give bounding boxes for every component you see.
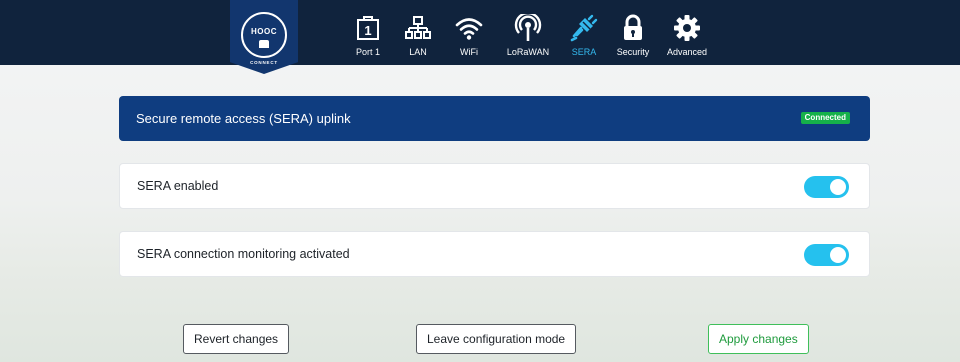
nav-item-security[interactable]: Security — [605, 0, 661, 65]
nav-label-wifi: WiFi — [460, 47, 478, 57]
logo-brand-text: HOOC — [251, 27, 277, 36]
nav-item-sera[interactable]: SERA — [556, 0, 612, 65]
nav-label-lorawan: LoRaWAN — [506, 47, 550, 57]
nav-label-sera: SERA — [571, 47, 597, 57]
nav-label-port-1: Port 1 — [355, 47, 380, 57]
setting-label-sera-enabled: SERA enabled — [137, 179, 219, 193]
logo-house-icon — [259, 40, 269, 48]
connection-monitoring-toggle[interactable] — [804, 244, 849, 266]
nav-label-security: Security — [616, 47, 650, 57]
plug-icon — [570, 14, 598, 42]
setting-row-sera-enabled: SERA enabled — [119, 163, 870, 209]
revert-changes-button[interactable]: Revert changes — [183, 324, 290, 354]
nav-item-lorawan[interactable]: LoRaWAN — [500, 0, 556, 65]
lock-icon — [624, 14, 642, 40]
nav-item-wifi[interactable]: WiFi — [441, 0, 497, 65]
setting-row-connection-monitoring: SERA connection monitoring activated — [119, 231, 870, 277]
apply-changes-button[interactable]: Apply changes — [708, 324, 809, 354]
sera-enabled-toggle[interactable] — [804, 176, 849, 198]
gear-icon — [674, 15, 700, 41]
leave-configuration-button[interactable]: Leave configuration mode — [416, 324, 577, 354]
toggle-knob — [830, 247, 846, 263]
port-icon: 1 — [357, 16, 379, 40]
wifi-icon — [455, 18, 483, 40]
sera-uplink-header: Secure remote access (SERA) uplink Conne… — [119, 96, 870, 141]
logo-sub-text: CONNECT — [250, 60, 278, 65]
nav-item-lan[interactable]: LAN — [390, 0, 446, 65]
nav-label-lan: LAN — [409, 47, 427, 57]
toggle-knob — [830, 179, 846, 195]
page-title: Secure remote access (SERA) uplink — [136, 111, 351, 126]
setting-label-connection-monitoring: SERA connection monitoring activated — [137, 247, 350, 261]
antenna-icon — [514, 14, 542, 41]
port-icon-number: 1 — [364, 23, 371, 38]
hooc-connect-logo[interactable]: HOOC CONNECT — [230, 0, 298, 74]
nav-item-advanced[interactable]: Advanced — [659, 0, 715, 65]
top-navigation-bar: HOOC CONNECT 1 Port 1 LAN WiFi LoRaWAN S… — [0, 0, 960, 74]
network-icon — [405, 16, 431, 39]
nav-item-port-1[interactable]: 1 Port 1 — [340, 0, 396, 65]
status-badge: Connected — [800, 112, 850, 124]
nav-label-advanced: Advanced — [666, 47, 708, 57]
